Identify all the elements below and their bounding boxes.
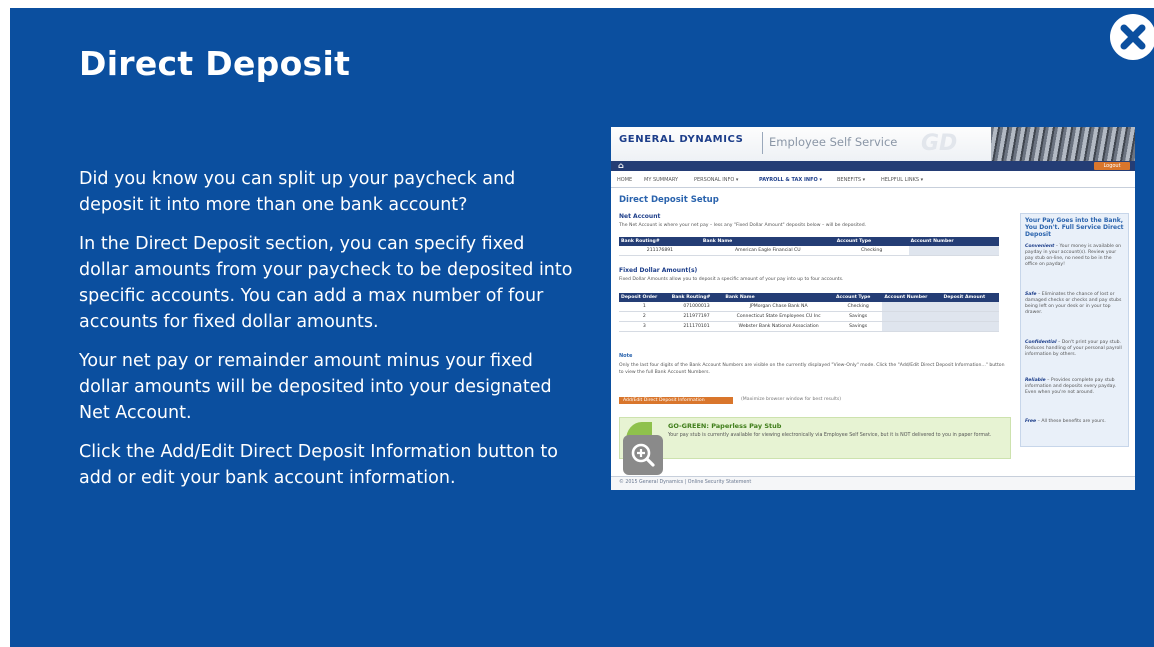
account-number-cell [908, 246, 999, 256]
bank-name-cell: JPMorgan Chase Bank NA [723, 302, 834, 312]
column-header: Deposit Amount [941, 293, 999, 302]
go-green-banner: GO-GREEN: Paperless Pay Stub Your pay st… [619, 417, 1011, 459]
ess-footer: © 2015 General Dynamics | Online Securit… [611, 476, 1135, 490]
column-header: Account Type [834, 237, 909, 246]
order-cell: 3 [619, 321, 670, 332]
column-header: Account Type [833, 293, 883, 302]
deposit-amount-cell [941, 321, 999, 332]
order-cell: 1 [619, 302, 670, 312]
account-type-cell: Checking [834, 246, 909, 256]
zoom-button[interactable] [623, 435, 663, 475]
column-header: Bank Name [723, 293, 834, 302]
menu-my-summary[interactable]: MY SUMMARY [644, 177, 678, 183]
note-heading: Note [619, 353, 633, 359]
brand-name: GENERAL DYNAMICS [619, 134, 744, 145]
paragraph-split-paycheck: Did you know you can split up your paych… [79, 169, 516, 215]
sidebar-item-safe: Safe – Eliminates the chance of lost or … [1025, 292, 1122, 315]
header-photo [991, 127, 1135, 161]
maximize-note: (Maximize browser window for best result… [741, 397, 842, 402]
menu-helpful-links[interactable]: HELPFUL LINKS ▾ [881, 177, 923, 183]
note-text: Only the last four digits of the Bank Ac… [619, 363, 1005, 375]
column-header: Account Number [882, 293, 942, 302]
top-navbar: ⌂ [611, 161, 1135, 171]
net-account-description: The Net Account is where your net pay – … [619, 223, 867, 228]
table-row: 3 211170101 Webster Bank National Associ… [619, 321, 999, 332]
sidebar-item-reliable: Reliable – Provides complete pay stub in… [1025, 378, 1117, 395]
column-header: Bank Name [700, 237, 835, 246]
go-green-title: GO-GREEN: Paperless Pay Stub [668, 422, 782, 430]
home-icon: ⌂ [618, 161, 624, 170]
account-number-cell [882, 321, 942, 332]
account-type-cell: Checking [833, 302, 883, 312]
net-account-heading: Net Account [619, 213, 661, 220]
menu-benefits[interactable]: BENEFITS ▾ [837, 177, 865, 183]
account-type-cell: Savings [833, 311, 883, 322]
menu-payroll-tax-info[interactable]: PAYROLL & TAX INFO ▾ [759, 177, 822, 183]
fixed-amounts-description: Fixed Dollar Amounts allow you to deposi… [619, 277, 844, 282]
ess-header: GENERAL DYNAMICS Employee Self Service G… [611, 127, 1135, 161]
order-cell: 2 [619, 311, 670, 322]
menu-personal-info[interactable]: PERSONAL INFO ▾ [694, 177, 738, 183]
fixed-amounts-heading: Fixed Dollar Amount(s) [619, 267, 698, 274]
account-number-cell [882, 311, 942, 322]
sidebar-item-confidential: Confidential – Don't print your pay stub… [1025, 340, 1122, 357]
add-edit-direct-deposit-button[interactable]: Add/Edit Direct Deposit Information [619, 397, 733, 404]
zoom-in-icon [631, 443, 655, 467]
fixed-amounts-table: Deposit Order Bank Routing# Bank Name Ac… [619, 293, 999, 332]
table-row: 211176891 American Eagle Financial CU Ch… [619, 246, 999, 256]
column-header: Deposit Order [619, 293, 670, 302]
paragraph-add-edit: Click the Add/Edit Direct Deposit Inform… [79, 442, 558, 488]
paragraph-fixed-amounts: In the Direct Deposit section, you can s… [79, 234, 573, 332]
go-green-text: Your pay stub is currently available for… [668, 433, 992, 438]
column-header: Bank Routing# [669, 293, 724, 302]
sidebar-item-free: Free – All these benefits are yours. [1025, 419, 1106, 424]
slide-title: Direct Deposit [79, 44, 351, 83]
bank-name-cell: American Eagle Financial CU [700, 246, 835, 256]
column-header: Account Number [908, 237, 999, 246]
ess-screenshot: GENERAL DYNAMICS Employee Self Service G… [611, 127, 1135, 490]
net-account-table: Bank Routing# Bank Name Account Type Acc… [619, 237, 999, 256]
divider [762, 132, 763, 154]
routing-cell: 211176891 [619, 246, 701, 256]
paragraph-net-pay: Your net pay or remainder amount minus y… [79, 351, 552, 423]
column-header: Bank Routing# [619, 237, 701, 246]
routing-cell: 211977197 [669, 311, 724, 322]
main-menu: HOME MY SUMMARY PERSONAL INFO ▾ PAYROLL … [611, 175, 1135, 188]
table-row: 1 071000013 JPMorgan Chase Bank NA Check… [619, 302, 999, 312]
sidebar-item-convenient: Convenient – Your money is available on … [1025, 244, 1122, 267]
routing-cell: 211170101 [669, 321, 724, 332]
bank-name-cell: Webster Bank National Association [723, 321, 834, 332]
sidebar-title: Your Pay Goes into the Bank, You Don't. … [1025, 217, 1124, 238]
app-name: Employee Self Service [769, 135, 898, 149]
gd-logo: GD [921, 131, 958, 156]
page-title: Direct Deposit Setup [619, 195, 719, 205]
account-type-cell: Savings [833, 321, 883, 332]
close-icon [1120, 24, 1146, 50]
routing-cell: 071000013 [669, 302, 724, 312]
logout-button[interactable]: Logout [1094, 162, 1130, 170]
benefits-sidebar: Your Pay Goes into the Bank, You Don't. … [1020, 213, 1129, 447]
deposit-amount-cell [941, 302, 999, 312]
table-row: 2 211977197 Connecticut State Employees … [619, 311, 999, 322]
menu-home[interactable]: HOME [617, 177, 632, 183]
account-number-cell [882, 302, 942, 312]
deposit-amount-cell [941, 311, 999, 322]
footer-text: © 2015 General Dynamics | Online Securit… [619, 480, 752, 485]
close-button[interactable] [1110, 14, 1154, 60]
slide-body: Did you know you can split up your paych… [79, 166, 579, 504]
bank-name-cell: Connecticut State Employees CU Inc [723, 311, 834, 322]
